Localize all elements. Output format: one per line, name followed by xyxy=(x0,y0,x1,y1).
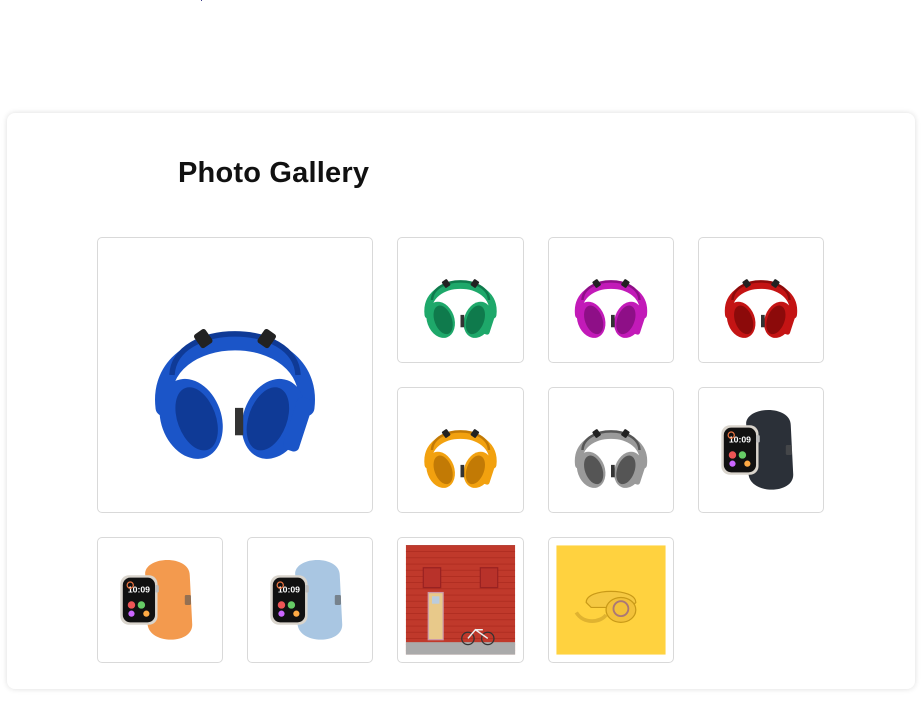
svg-text:10:09: 10:09 xyxy=(128,585,150,595)
headphones-image xyxy=(575,279,647,338)
headphones-image xyxy=(155,329,315,459)
svg-text:10:09: 10:09 xyxy=(278,585,300,595)
gallery-tile[interactable] xyxy=(397,237,524,363)
gallery-tile-featured[interactable] xyxy=(97,237,373,513)
watch-image: 10:09 xyxy=(120,559,193,640)
stray-dot xyxy=(201,0,202,1)
gallery-tile[interactable] xyxy=(397,537,524,663)
svg-text:10:09: 10:09 xyxy=(729,435,751,445)
page-title: Photo Gallery xyxy=(178,157,370,189)
gallery-tile[interactable] xyxy=(548,237,674,363)
wall-photo-image xyxy=(405,545,516,655)
headphones-image xyxy=(575,429,647,488)
gallery-tile[interactable] xyxy=(548,537,674,663)
watch-image: 10:09 xyxy=(270,559,343,640)
watch-image: 10:09 xyxy=(721,409,794,490)
gallery-tile[interactable] xyxy=(397,387,524,513)
headphones-image xyxy=(424,279,497,338)
headphones-image xyxy=(424,429,497,488)
gallery-tile[interactable]: 10:09 xyxy=(698,387,824,513)
gallery-tile[interactable]: 10:09 xyxy=(97,537,223,663)
gallery-tile[interactable] xyxy=(698,237,824,363)
headphones-image xyxy=(725,279,797,338)
gallery-tile[interactable] xyxy=(548,387,674,513)
phone-photo-image xyxy=(556,545,666,655)
gallery-tile[interactable]: 10:09 xyxy=(247,537,373,663)
